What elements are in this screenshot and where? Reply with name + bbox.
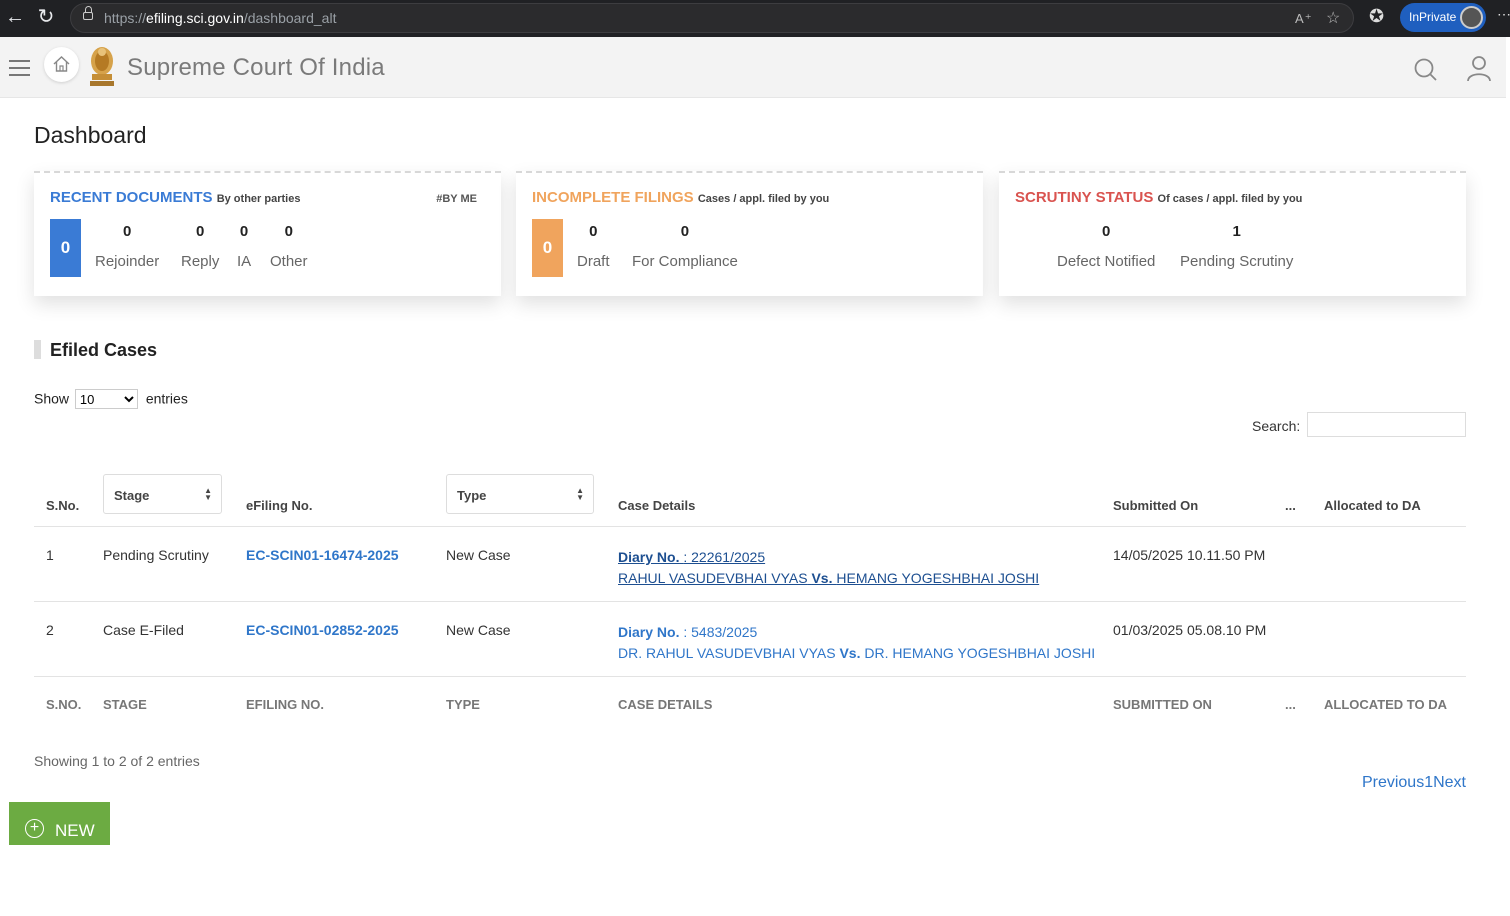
efiling-number-link[interactable]: EC-SCIN01-02852-2025	[246, 622, 399, 638]
efiling-number-link[interactable]: EC-SCIN01-16474-2025	[246, 547, 399, 563]
col-sno[interactable]: S.No.	[46, 498, 79, 513]
table-search-input[interactable]	[1307, 412, 1466, 437]
recent-total-badge[interactable]: 0	[50, 219, 81, 277]
scrutiny-status-card: SCRUTINY STATUS Of cases / appl. filed b…	[999, 171, 1466, 296]
emblem-logo-icon	[90, 47, 114, 86]
case-parties-link[interactable]: RAHUL VASUDEVBHAI VYAS Vs. HEMANG YOGESH…	[618, 570, 1039, 586]
table-row: 1 Pending Scrutiny EC-SCIN01-16474-2025 …	[34, 527, 1466, 602]
cell-stage: Pending Scrutiny	[103, 547, 209, 563]
cell-type: New Case	[446, 622, 511, 638]
footer-allocated: ALLOCATED TO DA	[1324, 697, 1448, 712]
footer-efiling-no: EFILING NO.	[246, 697, 324, 712]
cell-stage: Case E-Filed	[103, 622, 184, 638]
profile-avatar	[1460, 6, 1483, 29]
case-parties-link[interactable]: DR. RAHUL VASUDEVBHAI VYAS Vs. DR. HEMAN…	[618, 645, 1095, 661]
entries-label: entries	[145, 390, 188, 407]
scrutiny-status-subtitle: Of cases / appl. filed by you	[1157, 193, 1303, 205]
stat-rejoinder[interactable]: 0 Rejoinder	[95, 223, 159, 270]
footer-ellipsis: ...	[1285, 697, 1296, 712]
show-entries-control: Show 10 entries	[34, 389, 188, 409]
col-efiling-no[interactable]: eFiling No.	[246, 498, 312, 513]
favorite-star-icon[interactable]: ☆	[1326, 8, 1340, 28]
stat-for-compliance[interactable]: 0 For Compliance	[632, 223, 738, 270]
recent-documents-card: RECENT DOCUMENTS By other parties #BY ME…	[34, 171, 501, 296]
table-header: S.No. Stage ▲ ▼ eFiling No. Type ▲ ▼ Case …	[34, 474, 1466, 527]
diary-number-link[interactable]: Diary No. : 5483/2025	[618, 624, 757, 640]
scrutiny-status-title: SCRUTINY STATUS Of cases / appl. filed b…	[1015, 189, 1303, 206]
cell-case-details: Diary No. : 5483/2025 DR. RAHUL VASUDEVB…	[618, 622, 1095, 664]
home-icon	[53, 56, 70, 72]
stat-other[interactable]: 0 Other	[270, 223, 308, 270]
back-arrow-icon[interactable]: ←	[0, 0, 30, 37]
stat-defect-notified[interactable]: 0 Defect Notified	[1057, 223, 1155, 270]
entries-select[interactable]: 10	[74, 389, 138, 409]
home-button[interactable]	[44, 47, 79, 82]
showing-entries-info: Showing 1 to 2 of 2 entries	[34, 753, 200, 769]
new-filing-button[interactable]: + NEW	[9, 802, 110, 845]
site-title: Supreme Court Of India	[127, 54, 385, 81]
hamburger-menu-icon[interactable]	[9, 60, 30, 81]
col-case-details[interactable]: Case Details	[618, 498, 695, 513]
search-icon[interactable]	[1413, 57, 1439, 83]
table-footer: S.NO. STAGE EFILING NO. TYPE CASE DETAIL…	[34, 677, 1466, 727]
cell-case-details: Diary No. : 22261/2025 RAHUL VASUDEVBHAI…	[618, 547, 1039, 589]
browser-toolbar: ← ↻ https://efiling.sci.gov.in/dashboard…	[0, 0, 1510, 37]
user-icon[interactable]	[1466, 55, 1492, 83]
sort-arrows-icon: ▲ ▼	[576, 486, 584, 502]
pagination: Previous1Next	[1362, 774, 1466, 792]
site-header: Supreme Court Of India	[0, 37, 1506, 98]
new-button-label: NEW	[55, 821, 95, 840]
by-me-toggle[interactable]: #BY ME	[436, 193, 477, 205]
search-label: Search:	[1252, 418, 1301, 434]
footer-stage: STAGE	[103, 697, 147, 712]
incomplete-filings-card: INCOMPLETE FILINGS Cases / appl. filed b…	[516, 171, 983, 296]
lock-icon	[83, 6, 93, 20]
cell-type: New Case	[446, 547, 511, 563]
efiled-cases-heading: Efiled Cases	[34, 340, 157, 360]
diary-number-link[interactable]: Diary No. : 22261/2025	[618, 549, 765, 565]
incomplete-filings-subtitle: Cases / appl. filed by you	[697, 193, 830, 205]
footer-submitted-on: SUBMITTED ON	[1113, 697, 1212, 712]
page-title: Dashboard	[34, 122, 147, 148]
incomplete-filings-title: INCOMPLETE FILINGS Cases / appl. filed b…	[532, 189, 830, 206]
recent-documents-title: RECENT DOCUMENTS By other parties	[50, 189, 301, 206]
refresh-icon[interactable]: ↻	[31, 0, 61, 37]
col-allocated-to-da[interactable]: Allocated to DA	[1324, 498, 1421, 513]
more-options-icon[interactable]: ⋯	[1497, 6, 1510, 23]
stat-pending-scrutiny[interactable]: 1 Pending Scrutiny	[1180, 223, 1293, 270]
cell-sno: 2	[46, 622, 54, 638]
type-filter-select[interactable]: Type ▲ ▼	[446, 474, 594, 514]
inprivate-label: InPrivate	[1409, 10, 1457, 24]
col-ellipsis[interactable]: ...	[1285, 498, 1296, 513]
next-page-link[interactable]: Next	[1433, 774, 1466, 791]
sort-arrows-icon: ▲ ▼	[204, 486, 212, 502]
recent-documents-subtitle: By other parties	[216, 193, 301, 205]
cell-sno: 1	[46, 547, 54, 563]
footer-case-details: CASE DETAILS	[618, 697, 713, 712]
plus-circle-icon: +	[25, 819, 44, 838]
footer-sno: S.NO.	[46, 697, 82, 712]
inprivate-badge[interactable]: InPrivate	[1400, 3, 1486, 32]
cell-submitted-on: 01/03/2025 05.08.10 PM	[1113, 622, 1267, 638]
previous-page-link[interactable]: Previous	[1362, 774, 1424, 791]
col-submitted-on[interactable]: Submitted On	[1113, 498, 1198, 513]
stat-ia[interactable]: 0 IA	[237, 223, 251, 270]
cell-submitted-on: 14/05/2025 10.11.50 PM	[1113, 547, 1266, 563]
table-row: 2 Case E-Filed EC-SCIN01-02852-2025 New …	[34, 602, 1466, 677]
read-aloud-icon[interactable]: A ⁺	[1295, 11, 1312, 27]
footer-type: TYPE	[446, 697, 480, 712]
page-1-link[interactable]: 1	[1424, 774, 1433, 791]
stat-draft[interactable]: 0 Draft	[577, 223, 610, 270]
url-text: https://efiling.sci.gov.in/dashboard_alt	[104, 10, 337, 26]
favorites-list-icon[interactable]: ✪	[1369, 6, 1384, 27]
address-bar[interactable]: https://efiling.sci.gov.in/dashboard_alt…	[70, 3, 1354, 33]
incomplete-total-badge[interactable]: 0	[532, 219, 563, 277]
stage-filter-select[interactable]: Stage ▲ ▼	[103, 474, 222, 514]
stat-reply[interactable]: 0 Reply	[181, 223, 219, 270]
show-label: Show	[34, 390, 70, 407]
